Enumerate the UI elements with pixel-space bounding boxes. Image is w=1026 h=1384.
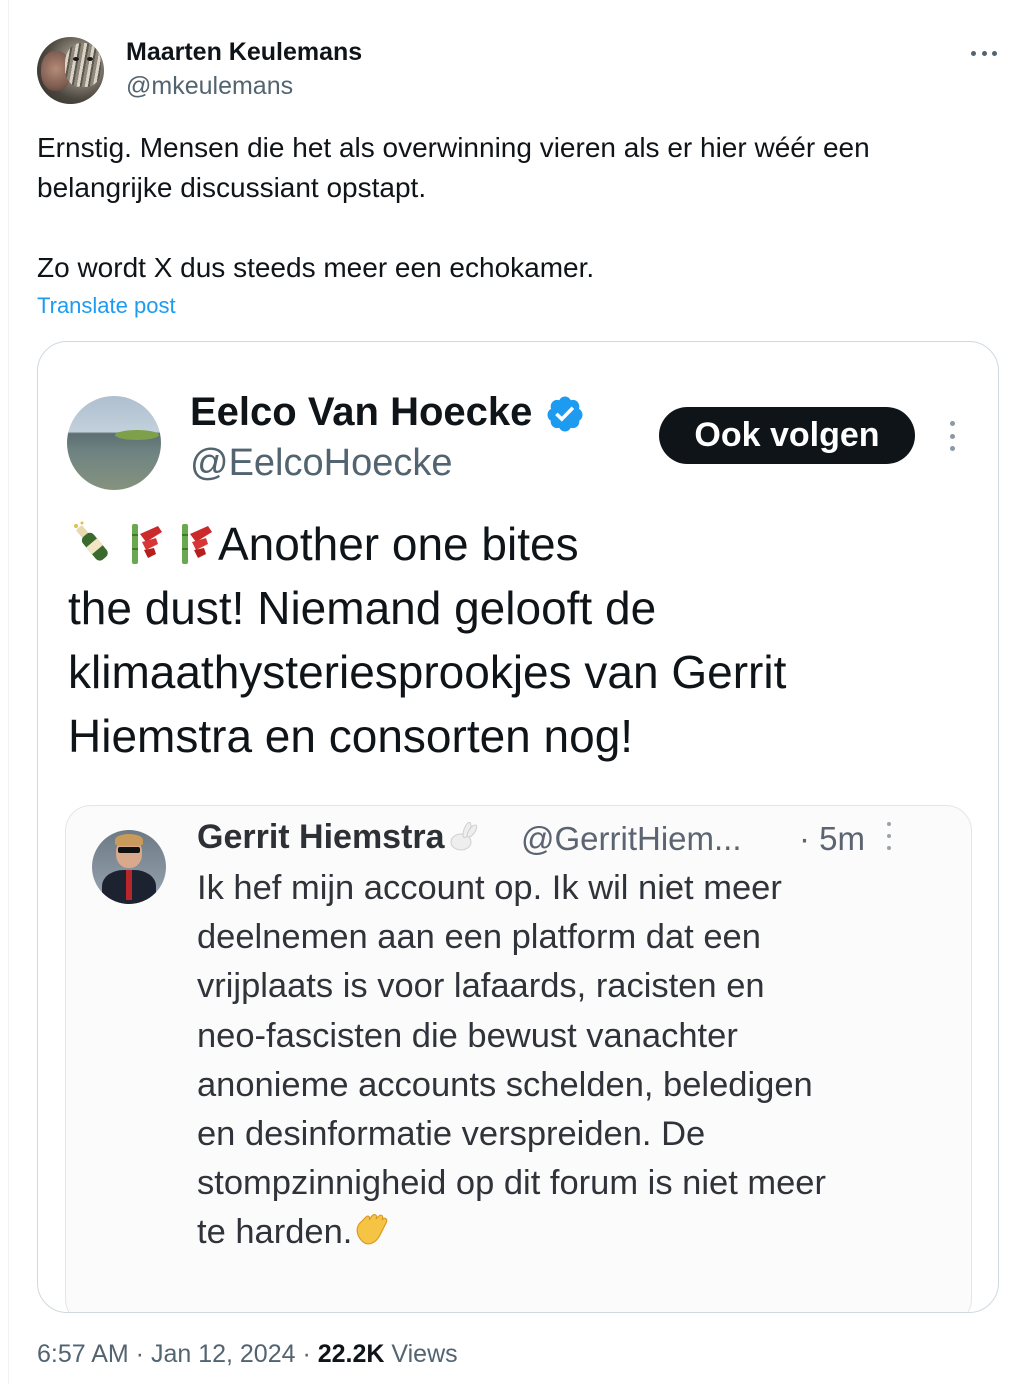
embedded-timestamp: · 5m [799, 820, 865, 857]
embedded-text-line: stompzinnigheid op dit forum is niet mee… [197, 1164, 826, 1203]
embedded-screenshot: Gerrit Hiemstra @GerritHiem... · 5m Ik h… [65, 805, 972, 1312]
embedded-post-text: Ik hef mijn account op. Ik wil niet meer… [197, 864, 957, 1258]
author-avatar[interactable] [37, 37, 104, 104]
embedded-text-line: vrijplaats is voor lafaards, racisten en [197, 967, 765, 1006]
bottle-icon [74, 521, 108, 561]
verified-badge-icon [547, 396, 583, 432]
attached-image[interactable]: Eelco Van Hoecke @EelcoHoecke Ook volgen [37, 341, 999, 1313]
post-text-line: belangrijke discussiant opstapt. [37, 172, 427, 203]
post-metadata: 6:57 AM · Jan 12, 2024 · 22.2K Views [37, 1340, 458, 1369]
more-options-icon[interactable] [966, 40, 1002, 66]
post-text: Ernstig. Mensen die het als overwinning … [37, 128, 987, 288]
tweet: Maarten Keulemans @mkeulemans Ernstig. M… [0, 0, 1026, 1384]
attached-author-avatar [67, 396, 161, 490]
attached-text-line: Hiemstra en consorten nog! [68, 710, 634, 762]
follow-button: Ook volgen [659, 407, 915, 464]
more-options-icon [884, 822, 894, 850]
views-count: 22.2K [317, 1340, 385, 1368]
post-text-line: Ernstig. Mensen die het als overwinning … [37, 132, 870, 163]
rabbit-icon [450, 822, 477, 851]
attached-post-text: Another one bites the dust! Niemand gelo… [68, 512, 968, 768]
author-handle[interactable]: @mkeulemans [126, 72, 293, 101]
attached-text-line: Another one bites [218, 518, 579, 570]
author-name[interactable]: Maarten Keulemans [126, 38, 362, 67]
embedded-text-line: Ik hef mijn account op. Ik wil niet meer [197, 869, 782, 907]
views-label: Views [384, 1340, 458, 1368]
attached-author-name: Eelco Van Hoecke [190, 390, 533, 434]
embedded-text-line: deelnemen aan een platform dat een [197, 918, 761, 957]
attached-author-handle: @EelcoHoecke [190, 442, 453, 484]
translate-post-link[interactable]: Translate post [37, 293, 176, 319]
post-text-line: Zo wordt X dus steeds meer een echokamer… [37, 252, 595, 283]
firecracker-icon [182, 524, 212, 564]
embedded-author-name: Gerrit Hiemstra [197, 818, 479, 857]
firecracker-icon [132, 524, 162, 564]
more-options-icon [946, 418, 958, 454]
embedded-author-avatar [92, 830, 166, 904]
post-timestamp[interactable]: 6:57 AM · Jan 12, 2024 · [37, 1340, 318, 1368]
attached-text-line: the dust! Niemand gelooft de [68, 582, 657, 634]
attached-text-line: klimaathysteriesprookjes van Gerrit [68, 646, 787, 698]
embedded-text-line: anonieme accounts schelden, beledigen [197, 1065, 813, 1104]
embedded-text-line: neo-fascisten die bewust vanachter [197, 1016, 738, 1055]
waving-hand-icon [357, 1214, 388, 1245]
embedded-author-handle: @GerritHiem... [521, 820, 742, 857]
embedded-text-line: en desinformatie verspreiden. De [197, 1115, 706, 1154]
embedded-text-line: te harden. [197, 1213, 353, 1252]
divider [8, 0, 9, 1384]
